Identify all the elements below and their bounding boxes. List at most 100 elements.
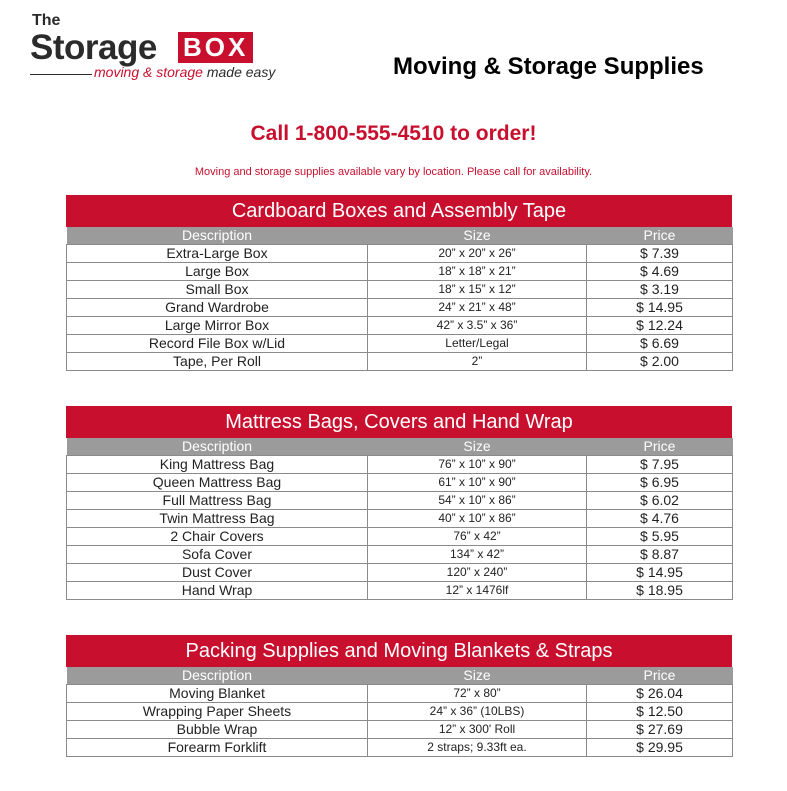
table-row: Dust Cover 120” x 240” $ 14.95: [66, 563, 733, 582]
table-row: 2 Chair Covers 76” x 42” $ 5.95: [66, 527, 733, 546]
item-size: 2”: [367, 352, 587, 371]
table-row: Sofa Cover 134” x 42” $ 8.87: [66, 545, 733, 564]
item-description: Bubble Wrap: [66, 720, 368, 739]
item-description: Full Mattress Bag: [66, 491, 368, 510]
item-size: 18” x 18” x 21”: [367, 262, 587, 281]
item-size: 54” x 10” x 86”: [367, 491, 587, 510]
item-size: 24” x 21” x 48”: [367, 298, 587, 317]
price-table: Description Size Price Extra-Large Box 20…: [66, 227, 733, 371]
item-description: Large Mirror Box: [66, 316, 368, 335]
table-header-row: Description Size Price: [66, 438, 733, 456]
logo-storage: Storage: [30, 28, 157, 67]
item-description: 2 Chair Covers: [66, 527, 368, 546]
item-price: $ 8.87: [586, 545, 733, 564]
table-row: Record File Box w/Lid Letter/Legal $ 6.69: [66, 334, 733, 353]
page-title: Moving & Storage Supplies: [393, 53, 704, 80]
item-price: $ 12.50: [586, 702, 733, 721]
table-row: Large Mirror Box 42” x 3.5” x 36” $ 12.24: [66, 316, 733, 335]
item-price: $ 6.02: [586, 491, 733, 510]
table-row: Forearm Forklift 2 straps; 9.33ft ea. $ 29…: [66, 738, 733, 757]
section-title: Cardboard Boxes and Assembly Tape: [66, 195, 732, 227]
logo-tagline-main: moving & storage: [94, 64, 203, 80]
price-table: Description Size Price King Mattress Bag…: [66, 438, 733, 600]
column-header-description: Description: [66, 438, 368, 456]
section-packing-supplies: Packing Supplies and Moving Blankets & S…: [66, 635, 733, 757]
item-size: 76” x 42”: [367, 527, 587, 546]
item-price: $ 3.19: [586, 280, 733, 299]
item-description: Grand Wardrobe: [66, 298, 368, 317]
table-header-row: Description Size Price: [66, 667, 733, 685]
table-row: Tape, Per Roll 2” $ 2.00: [66, 352, 733, 371]
item-price: $ 5.95: [586, 527, 733, 546]
item-price: $ 6.95: [586, 473, 733, 492]
table-row: Twin Mattress Bag 40” x 10” x 86” $ 4.76: [66, 509, 733, 528]
item-description: Wrapping Paper Sheets: [66, 702, 368, 721]
item-description: Twin Mattress Bag: [66, 509, 368, 528]
item-size: 61” x 10” x 90”: [367, 473, 587, 492]
column-header-size: Size: [367, 227, 587, 245]
table-row: Extra-Large Box 20” x 20” x 26” $ 7.39: [66, 244, 733, 263]
item-price: $ 18.95: [586, 581, 733, 600]
item-price: $ 29.95: [586, 738, 733, 757]
item-price: $ 6.69: [586, 334, 733, 353]
column-header-description: Description: [66, 227, 368, 245]
table-row: King Mattress Bag 76” x 10” x 90” $ 7.95: [66, 455, 733, 474]
table-row: Bubble Wrap 12” x 300' Roll $ 27.69: [66, 720, 733, 739]
section-title: Mattress Bags, Covers and Hand Wrap: [66, 406, 732, 438]
column-header-size: Size: [367, 667, 587, 685]
table-row: Full Mattress Bag 54” x 10” x 86” $ 6.02: [66, 491, 733, 510]
item-description: Small Box: [66, 280, 368, 299]
item-description: Tape, Per Roll: [66, 352, 368, 371]
item-size: 12” x 1476lf: [367, 581, 587, 600]
section-mattress-bags: Mattress Bags, Covers and Hand Wrap Desc…: [66, 406, 733, 600]
call-to-order: Call 1-800-555-4510 to order!: [250, 122, 537, 145]
table-row: Moving Blanket 72” x 80” $ 26.04: [66, 684, 733, 703]
item-description: Forearm Forklift: [66, 738, 368, 757]
logo-rule: [30, 74, 92, 75]
item-size: 76” x 10” x 90”: [367, 455, 587, 474]
item-description: Queen Mattress Bag: [66, 473, 368, 492]
item-description: Extra-Large Box: [66, 244, 368, 263]
table-row: Grand Wardrobe 24” x 21” x 48” $ 14.95: [66, 298, 733, 317]
item-price: $ 4.76: [586, 509, 733, 528]
item-description: Hand Wrap: [66, 581, 368, 600]
table-row: Small Box 18” x 15” x 12” $ 3.19: [66, 280, 733, 299]
item-size: 120” x 240”: [367, 563, 587, 582]
table-header-row: Description Size Price: [66, 227, 733, 245]
item-description: Dust Cover: [66, 563, 368, 582]
table-row: Hand Wrap 12” x 1476lf $ 18.95: [66, 581, 733, 600]
section-title: Packing Supplies and Moving Blankets & S…: [66, 635, 732, 667]
item-price: $ 7.95: [586, 455, 733, 474]
price-table: Description Size Price Moving Blanket 72”…: [66, 667, 733, 757]
table-row: Wrapping Paper Sheets 24” x 36” (10LBS) $ …: [66, 702, 733, 721]
item-description: Moving Blanket: [66, 684, 368, 703]
item-price: $ 14.95: [586, 563, 733, 582]
column-header-size: Size: [367, 438, 587, 456]
item-price: $ 14.95: [586, 298, 733, 317]
storage-box-logo: The Storage BOX moving & storage made ea…: [30, 12, 280, 80]
item-price: $ 12.24: [586, 316, 733, 335]
item-description: Large Box: [66, 262, 368, 281]
item-price: $ 2.00: [586, 352, 733, 371]
item-size: 40” x 10” x 86”: [367, 509, 587, 528]
section-cardboard-boxes: Cardboard Boxes and Assembly Tape Descri…: [66, 195, 733, 371]
item-price: $ 4.69: [586, 262, 733, 281]
item-price: $ 27.69: [586, 720, 733, 739]
logo-tagline-tail: made easy: [206, 64, 276, 80]
logo-box: BOX: [178, 32, 254, 63]
logo-tagline: moving & storage made easy: [94, 64, 275, 80]
item-description: King Mattress Bag: [66, 455, 368, 474]
item-size: 18” x 15” x 12”: [367, 280, 587, 299]
item-size: 20” x 20” x 26”: [367, 244, 587, 263]
column-header-price: Price: [586, 667, 733, 685]
item-description: Record File Box w/Lid: [66, 334, 368, 353]
item-size: 42” x 3.5” x 36”: [367, 316, 587, 335]
availability-note: Moving and storage supplies available va…: [194, 166, 593, 178]
item-description: Sofa Cover: [66, 545, 368, 564]
table-row: Queen Mattress Bag 61” x 10” x 90” $ 6.95: [66, 473, 733, 492]
table-row: Large Box 18” x 18” x 21” $ 4.69: [66, 262, 733, 281]
item-price: $ 26.04: [586, 684, 733, 703]
item-size: 24” x 36” (10LBS): [367, 702, 587, 721]
item-price: $ 7.39: [586, 244, 733, 263]
item-size: 2 straps; 9.33ft ea.: [367, 738, 587, 757]
